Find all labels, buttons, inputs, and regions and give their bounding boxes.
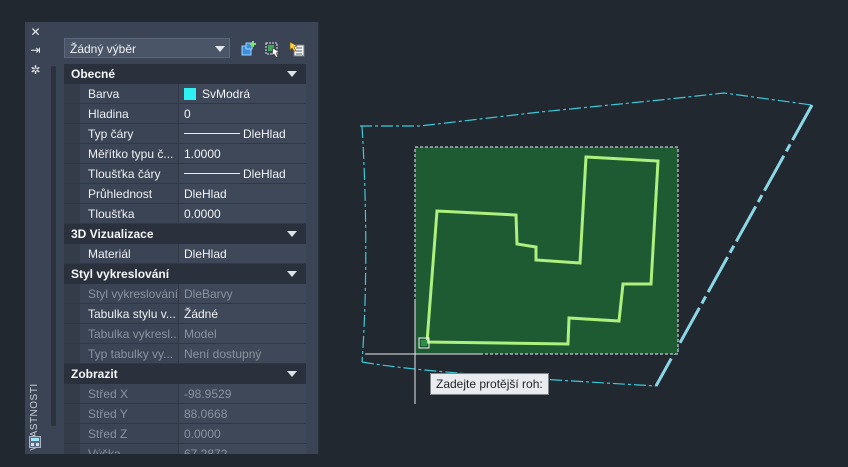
cursor-pickbox-inner: [421, 340, 427, 346]
selection-window: [414, 146, 679, 355]
boundary-line: [360, 92, 813, 127]
drawing-canvas[interactable]: [0, 0, 848, 467]
boundary-line: [361, 125, 367, 363]
boundary-highlight-line: [654, 104, 814, 387]
command-tooltip: Zadejte protější roh:: [430, 373, 549, 395]
